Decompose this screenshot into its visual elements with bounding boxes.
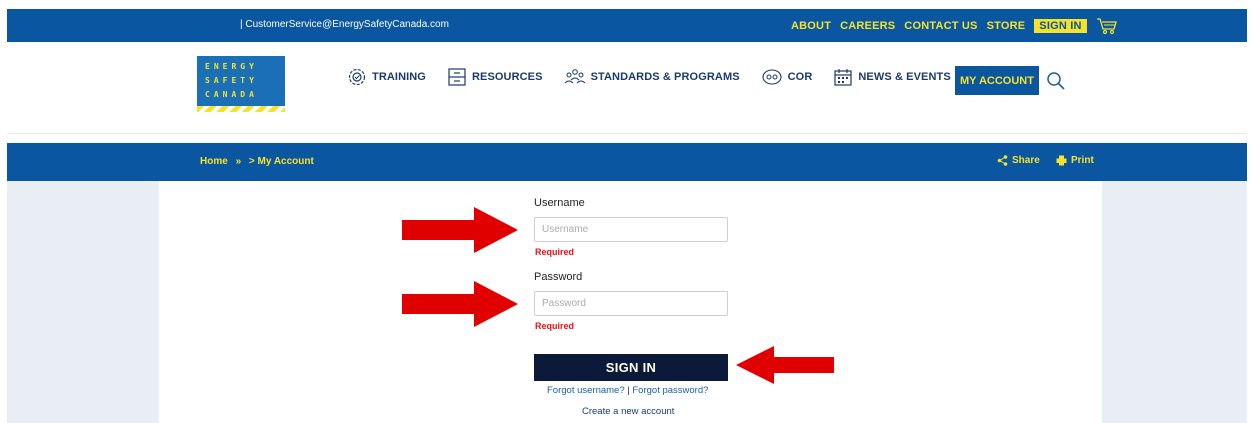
nav-menu: TRAINING RESOURCES STANDARDS & PROGRAMS [347,67,972,87]
my-account-button[interactable]: MY ACCOUNT [955,66,1039,95]
print-label: Print [1071,155,1094,166]
share-icon [997,155,1008,166]
forgot-links: Forgot username? | Forgot password? [547,385,708,396]
nav-label-standards: STANDARDS & PROGRAMS [590,71,740,83]
people-icon [564,69,585,84]
search-icon[interactable] [1046,71,1066,91]
share-link[interactable]: Share [997,155,1040,166]
calendar-icon [834,69,852,86]
forgot-separator: | [627,385,630,396]
cabinet-icon [448,68,466,86]
cor-badge-icon [762,69,782,85]
breadcrumb-current: > My Account [248,156,314,167]
top-bar: | CustomerService@EnergySafetyCanada.com… [7,9,1247,42]
password-required-error: Required [535,321,575,331]
breadcrumb-separator: » [235,156,242,167]
contact-us-link[interactable]: CONTACT US [904,20,977,32]
share-label: Share [1012,155,1040,166]
sign-in-link[interactable]: SIGN IN [1034,19,1087,33]
arrow-left-icon [736,346,834,384]
logo-line-1: ENERGY [205,62,258,71]
username-input[interactable] [534,217,728,242]
password-input[interactable] [534,291,728,316]
nav-label-training: TRAINING [372,71,426,83]
logo-line-3: CANADA [205,90,258,99]
arrow-right-icon [402,207,518,253]
store-link[interactable]: STORE [987,20,1026,32]
logo-line-2: SAFETY [205,76,258,85]
about-link[interactable]: ABOUT [791,20,831,32]
forgot-password-link[interactable]: Forgot password? [632,385,708,396]
nav-item-cor[interactable]: COR [761,67,813,87]
username-required-error: Required [535,247,575,257]
sign-in-button[interactable]: SIGN IN [534,354,728,381]
nav-item-standards[interactable]: STANDARDS & PROGRAMS [564,67,740,87]
password-label: Password [534,271,583,283]
nav-item-training[interactable]: TRAINING [347,67,426,87]
top-links: ABOUT CAREERS CONTACT US STORE SIGN IN [791,17,1118,35]
breadcrumb-home[interactable]: Home [200,156,228,167]
nav-item-news-events[interactable]: NEWS & EVENTS [833,67,951,87]
careers-link[interactable]: CAREERS [840,20,895,32]
print-link[interactable]: Print [1056,155,1094,166]
create-account-link[interactable]: Create a new account [582,406,674,417]
main-nav: ENERGY SAFETY CANADA TRAINING RESOURCES [7,42,1247,134]
username-label: Username [534,197,585,209]
logo-stripes [197,106,285,112]
energy-safety-canada-logo[interactable]: ENERGY SAFETY CANADA [197,56,285,112]
printer-icon [1056,155,1067,166]
arrow-right-icon [402,281,518,327]
nav-label-cor: COR [787,71,813,83]
customer-service-email[interactable]: | CustomerService@EnergySafetyCanada.com [240,19,449,30]
gear-icon [348,68,366,86]
cart-icon[interactable] [1096,17,1118,35]
forgot-username-link[interactable]: Forgot username? [547,385,625,396]
nav-label-news-events: NEWS & EVENTS [858,71,951,83]
nav-label-resources: RESOURCES [471,71,543,83]
breadcrumb: Home » > My Account [200,156,314,167]
breadcrumb-bar: Home » > My Account Share Print [7,143,1247,181]
nav-item-resources[interactable]: RESOURCES [447,67,543,87]
